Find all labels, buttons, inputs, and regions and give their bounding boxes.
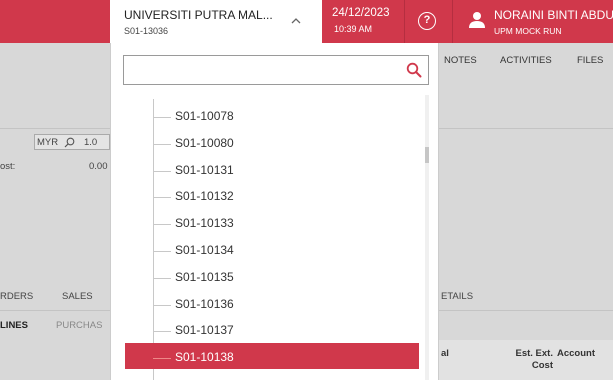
tree-connector [153,251,171,252]
branch-selector[interactable]: UNIVERSITI PUTRA MAL... S01-13036 [110,0,322,43]
user-company: UPM MOCK RUN [494,26,562,36]
help-icon[interactable]: ? [418,12,436,30]
tree-item-label: S01-10135 [175,269,234,284]
user-name[interactable]: NORAINI BINTI ABDU [494,8,613,22]
tree-item-label: S01-10134 [175,243,234,257]
grid-header: al Est. Ext. Cost Account [427,340,613,380]
divider [0,310,110,311]
tree-item[interactable]: S01-10134 [125,236,419,262]
cost-label: ost: [0,161,16,172]
rate-value[interactable]: 1.0 [84,137,97,148]
tree-item[interactable]: S01-10136 [125,290,419,316]
top-header: UNIVERSITI PUTRA MAL... S01-13036 24/12/… [0,0,613,43]
tree-connector [153,358,171,360]
search-input[interactable] [130,61,400,79]
tree-item-label: S01-10138 [175,350,234,365]
tree-item-label: S01-10131 [175,162,234,177]
tab-notes[interactable]: NOTES [444,55,477,66]
grid-col-account[interactable]: Account [557,348,595,360]
tree-item[interactable]: S01-10135 [125,263,419,289]
tab-sales[interactable]: SALES [62,291,93,302]
divider [439,310,613,311]
header-divider [452,0,453,43]
subtab-purchase[interactable]: PURCHAS [56,320,102,331]
tree-item[interactable]: S01-10138 [125,343,419,370]
branch-name: UNIVERSITI PUTRA MAL... [124,8,273,22]
tree-item[interactable]: S01-10133 [125,209,419,235]
header-divider [404,0,405,43]
tree-connector [153,197,171,199]
tree-item[interactable]: S01-10137 [125,316,419,342]
grid-col-total[interactable]: al [441,348,449,360]
branch-dropdown: S01-10078 S01-10080 S01-10131 S01-10132 S01-… [110,43,439,380]
tree-connector [153,224,171,226]
tree-connector [153,304,171,306]
cost-value: 0.00 [89,161,108,172]
branch-tree: S01-10078 S01-10080 S01-10131 S01-10132 S01-… [111,99,440,380]
tree-item-label: S01-10136 [175,296,234,311]
grid-col-est-ext-cost[interactable]: Est. Ext. Cost [495,348,554,372]
tree-connector [153,277,171,279]
tree-item[interactable]: S01-10132 [125,182,419,208]
divider [439,128,613,129]
tree-item[interactable]: S01-10131 [125,156,419,182]
tree-connector [153,331,171,333]
tree-connector [153,143,171,145]
user-icon[interactable] [468,11,486,29]
chevron-up-icon[interactable] [290,16,302,26]
search-icon[interactable] [406,62,422,78]
header-time[interactable]: 10:39 AM [334,24,372,34]
tab-activities[interactable]: ACTIVITIES [500,55,552,66]
divider [0,128,110,129]
tree-item-label: S01-10137 [175,323,234,338]
tab-orders[interactable]: RDERS [0,291,33,302]
branch-code: S01-13036 [124,26,169,36]
tab-files[interactable]: FILES [577,55,603,66]
tree-item-label: S01-10078 [175,109,234,123]
search-box[interactable] [123,55,429,85]
tree-item[interactable]: S01-10080 [125,129,419,155]
tree-item-label: S01-10080 [175,135,234,150]
scrollbar[interactable] [425,95,429,380]
tree-connector [153,170,171,172]
header-date[interactable]: 24/12/2023 [332,7,390,19]
tree-connector [153,117,171,118]
currency-code: MYR [37,137,59,148]
search-icon[interactable] [64,137,75,148]
tree-item[interactable]: S01-10078 [125,102,419,128]
tree-item-label: S01-10133 [175,216,234,231]
subtab-lines[interactable]: LINES [0,320,28,331]
tree-item-label: S01-10132 [175,189,234,204]
scrollbar-thumb[interactable] [425,147,429,163]
tab-details[interactable]: ETAILS [441,291,473,302]
